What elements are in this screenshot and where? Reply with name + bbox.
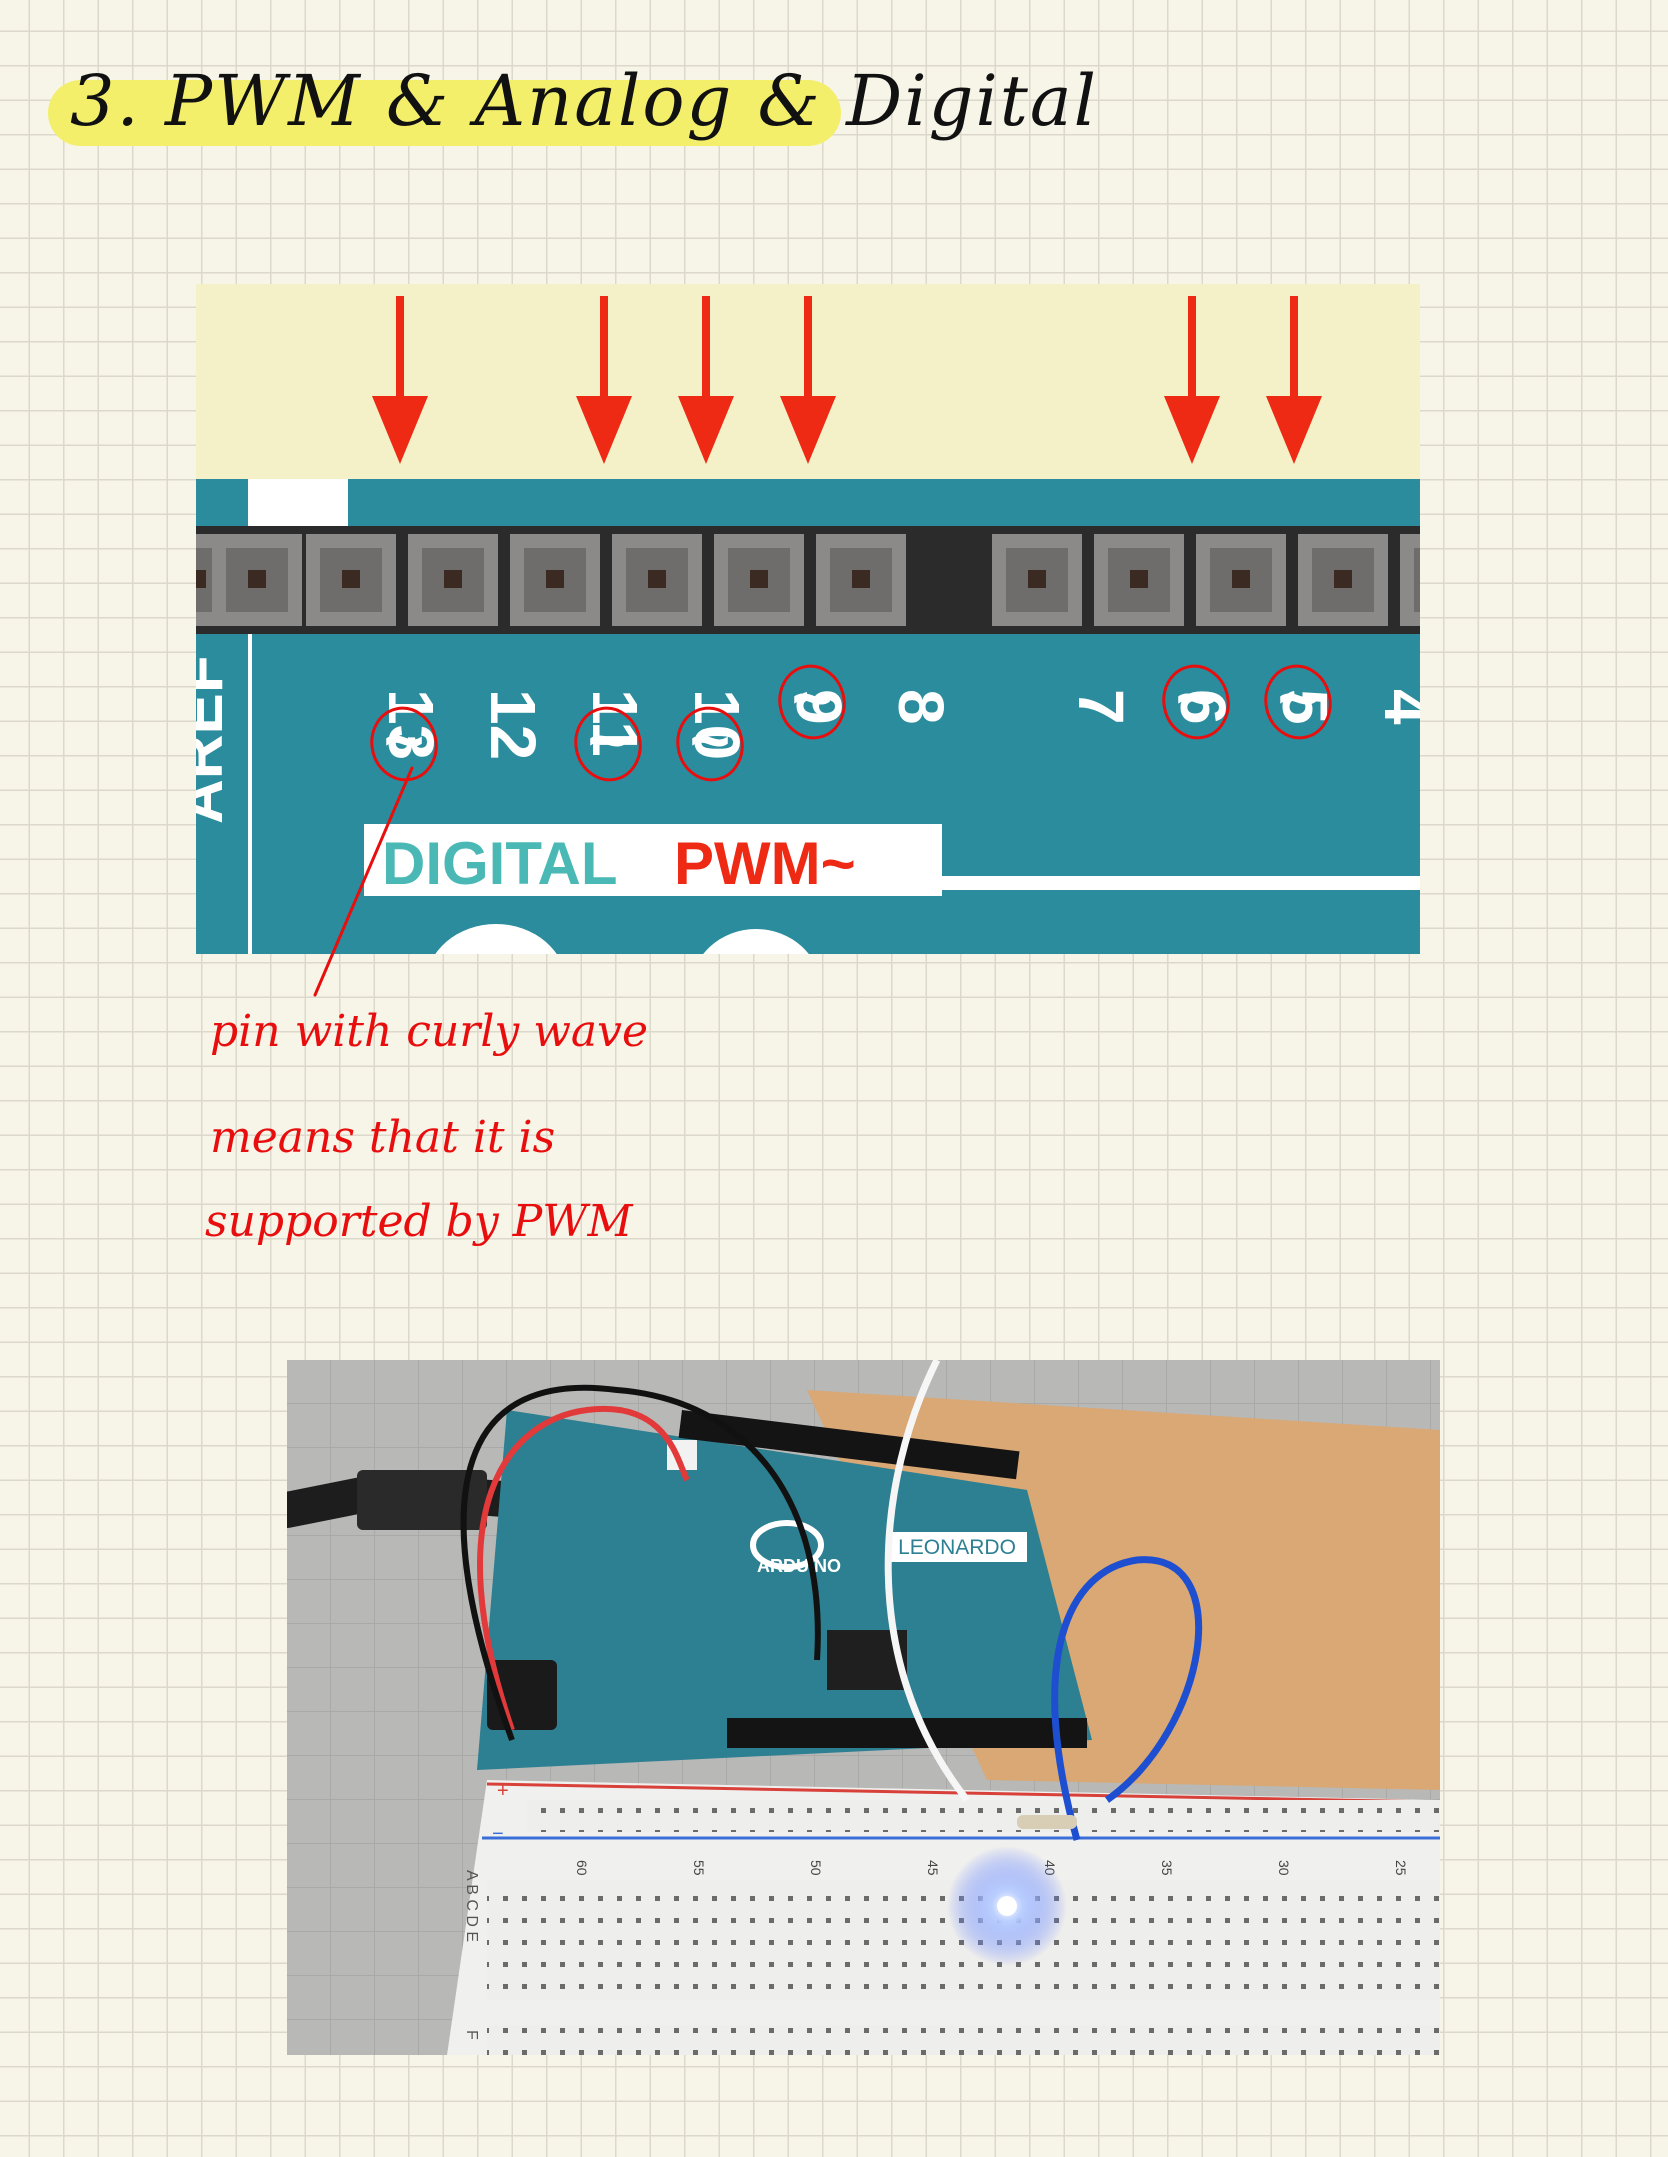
- terminal-holes-f: [487, 2025, 1440, 2055]
- rail-plus-label: +: [497, 1780, 509, 1802]
- note-line-1: pin with curly wave: [210, 1006, 649, 1057]
- led: [997, 1896, 1017, 1916]
- pin-label-8: 8: [885, 689, 957, 725]
- annotation-pointer-line: [313, 766, 414, 997]
- header-socket-pin: [1130, 570, 1148, 588]
- breadboard-number-50: 50: [808, 1860, 824, 1876]
- breadboard-number-30: 30: [1276, 1860, 1292, 1876]
- rail-minus-label: −: [492, 1823, 504, 1845]
- resistor: [1017, 1815, 1077, 1829]
- header-socket-pin: [1232, 570, 1250, 588]
- breadboard-number-25: 25: [1393, 1860, 1409, 1876]
- aref-label: AREF: [196, 655, 236, 824]
- header-socket-pin: [1028, 570, 1046, 588]
- row-letters: A B C D E: [463, 1870, 480, 1942]
- arrow-shaft-5: [1290, 296, 1298, 406]
- pin-label-7: 7: [1065, 689, 1137, 725]
- bottom-header: [727, 1718, 1087, 1748]
- header-socket-pin: [1334, 570, 1352, 588]
- page-heading: 3. PWM & Analog & Digital: [70, 60, 1099, 142]
- arrow-shaft-10: [702, 296, 710, 406]
- header-socket-pin: [342, 570, 360, 588]
- breadboard-number-35: 35: [1159, 1860, 1175, 1876]
- pwm-label: PWM~: [674, 830, 856, 897]
- header-socket-pin: [546, 570, 564, 588]
- photo-svg: LEONARDO ARDUINO + − A B C D E F 60 55 50 4…: [287, 1360, 1440, 2055]
- note-line-2: means that it is: [210, 1112, 556, 1163]
- header-socket-pin: [248, 570, 266, 588]
- note-line-3: supported by PWM: [205, 1196, 633, 1247]
- breadboard-number-55: 55: [691, 1860, 707, 1876]
- arrow-shaft-13: [396, 296, 404, 406]
- pin-label-12: 12: [477, 689, 549, 760]
- arduino-breadboard-photo: LEONARDO ARDUINO + − A B C D E F 60 55 50 4…: [287, 1360, 1440, 2055]
- pin-label-4: 4: [1371, 689, 1420, 725]
- breadboard-number-45: 45: [925, 1860, 941, 1876]
- header-socket-pin: [648, 570, 666, 588]
- header-socket-pin: [852, 570, 870, 588]
- header-socket-pin: [444, 570, 462, 588]
- leonardo-label: LEONARDO: [898, 1536, 1016, 1559]
- breadboard-number-60: 60: [574, 1860, 590, 1876]
- rail-holes: [527, 1800, 1440, 1832]
- footer-line: [936, 876, 1420, 890]
- header-socket-pin: [750, 570, 768, 588]
- header-socket-pin: [196, 570, 206, 588]
- row-f-label: F: [463, 2030, 480, 2040]
- header-socket-inner: [1414, 548, 1420, 612]
- arrow-shaft-9: [804, 296, 812, 406]
- arrow-shaft-6: [1188, 296, 1196, 406]
- arrow-shaft-11: [600, 296, 608, 406]
